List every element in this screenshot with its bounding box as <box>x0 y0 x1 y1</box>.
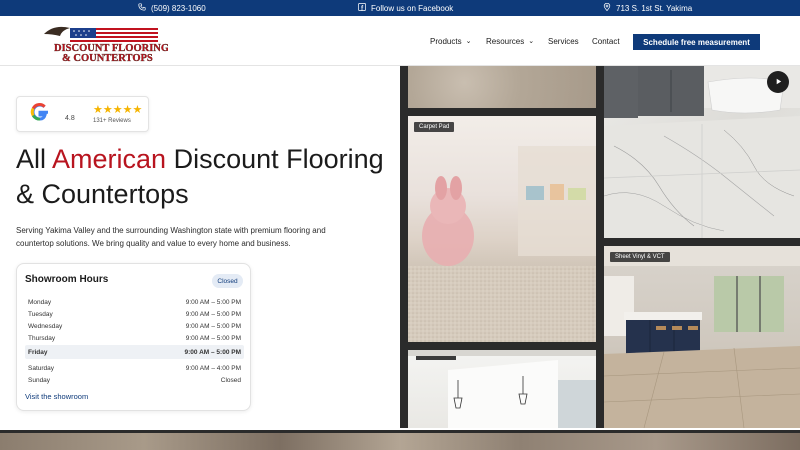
facebook-icon <box>358 3 366 13</box>
chevron-down-icon: ⌄ <box>528 38 535 45</box>
hours-time: 9:00 AM – 5:00 PM <box>185 334 241 342</box>
google-review-badge[interactable]: 4.8 ★★★★★ 131+ Reviews <box>16 96 149 132</box>
status-badge: Closed <box>212 274 243 288</box>
phone-icon <box>138 3 146 13</box>
hours-time: Closed <box>220 376 241 384</box>
schedule-measurement-label: Schedule free measurement <box>643 37 750 47</box>
sheet-vinyl-image[interactable]: Sheet Vinyl & VCT <box>604 246 800 428</box>
hours-day: Saturday <box>28 364 55 372</box>
hours-row: Thursday 9:00 AM – 5:00 PM <box>25 332 244 344</box>
showroom-hours-card: Showroom Hours Closed Monday 9:00 AM – 5… <box>16 263 251 411</box>
hours-day: Tuesday <box>28 310 53 318</box>
hours-row: Sunday Closed <box>25 374 244 386</box>
chevron-down-icon: ⌄ <box>465 38 472 45</box>
nav-contact[interactable]: Contact <box>592 33 620 49</box>
nav-contact-label: Contact <box>592 36 620 46</box>
page-title: All American Discount Flooring & Counter… <box>16 142 396 212</box>
hours-row: Tuesday 9:00 AM – 5:00 PM <box>25 308 244 320</box>
hours-row: Wednesday 9:00 AM – 5:00 PM <box>25 320 244 332</box>
carpet-pad-image[interactable]: Carpet Pad <box>408 116 596 342</box>
hours-day: Wednesday <box>28 322 63 330</box>
hours-time: 9:00 AM – 5:00 PM <box>184 348 241 356</box>
carpet-pad-label: Carpet Pad <box>414 122 455 132</box>
address-text: 713 S. 1st St. Yakima <box>616 3 693 13</box>
hours-day: Thursday <box>28 334 56 342</box>
nav-services[interactable]: Services <box>548 33 579 49</box>
nav-resources-label: Resources <box>486 36 525 46</box>
play-video-button[interactable] <box>767 71 789 93</box>
nav-products-label: Products <box>430 36 462 46</box>
carpet-strip-image[interactable] <box>408 66 596 108</box>
site-header: DISCOUNT FLOORING & COUNTERTOPS Products… <box>0 16 800 66</box>
map-pin-icon <box>603 2 611 13</box>
hours-time: 9:00 AM – 5:00 PM <box>185 310 241 318</box>
hours-title: Showroom Hours <box>25 274 109 285</box>
hours-day: Friday <box>28 348 48 356</box>
sheet-vinyl-label: Sheet Vinyl & VCT <box>610 252 670 262</box>
hours-row: Monday 9:00 AM – 5:00 PM <box>25 296 244 308</box>
nav-products[interactable]: Products ⌄ <box>430 33 471 49</box>
hours-time: 9:00 AM – 5:00 PM <box>185 298 241 306</box>
interior-kitchen-image[interactable] <box>408 350 596 428</box>
bottom-carpet-banner <box>0 430 800 450</box>
title-prefix: All <box>16 144 53 174</box>
facebook-text: Follow us on Facebook <box>371 3 454 13</box>
nav-resources[interactable]: Resources ⌄ <box>486 33 534 49</box>
site-logo[interactable]: DISCOUNT FLOORING & COUNTERTOPS <box>40 20 169 64</box>
phone-text: (509) 823-1060 <box>151 3 206 13</box>
facebook-link[interactable]: Follow us on Facebook <box>358 0 453 16</box>
hours-row: Saturday 9:00 AM – 4:00 PM <box>25 362 244 374</box>
marble-bathroom-image[interactable] <box>604 66 800 238</box>
visit-showroom-link[interactable]: Visit the showroom <box>25 392 88 401</box>
title-accent: American <box>52 144 167 174</box>
google-icon <box>29 101 51 123</box>
star-rating-icon: ★★★★★ <box>93 104 143 116</box>
review-count: 131+ Reviews <box>93 118 131 124</box>
review-score: 4.8 <box>65 115 75 122</box>
photo-gallery: Carpet Pad Sheet Vinyl & VCT <box>400 66 800 428</box>
hero-description: Serving Yakima Valley and the surroundin… <box>16 226 326 248</box>
phone-link[interactable]: (509) 823-1060 <box>138 0 206 16</box>
hours-time: 9:00 AM – 4:00 PM <box>185 364 241 372</box>
schedule-measurement-button[interactable]: Schedule free measurement <box>633 34 760 50</box>
play-icon <box>774 73 783 91</box>
hours-day: Sunday <box>28 376 51 384</box>
hours-row-today: Friday 9:00 AM – 5:00 PM <box>25 345 244 359</box>
hours-time: 9:00 AM – 5:00 PM <box>185 322 241 330</box>
hours-day: Monday <box>28 298 52 306</box>
logo-text-line2: & COUNTERTOPS <box>62 53 153 64</box>
address-link[interactable]: 713 S. 1st St. Yakima <box>603 0 692 16</box>
top-bar: (509) 823-1060 Follow us on Facebook 713… <box>0 0 800 16</box>
nav-services-label: Services <box>548 36 579 46</box>
